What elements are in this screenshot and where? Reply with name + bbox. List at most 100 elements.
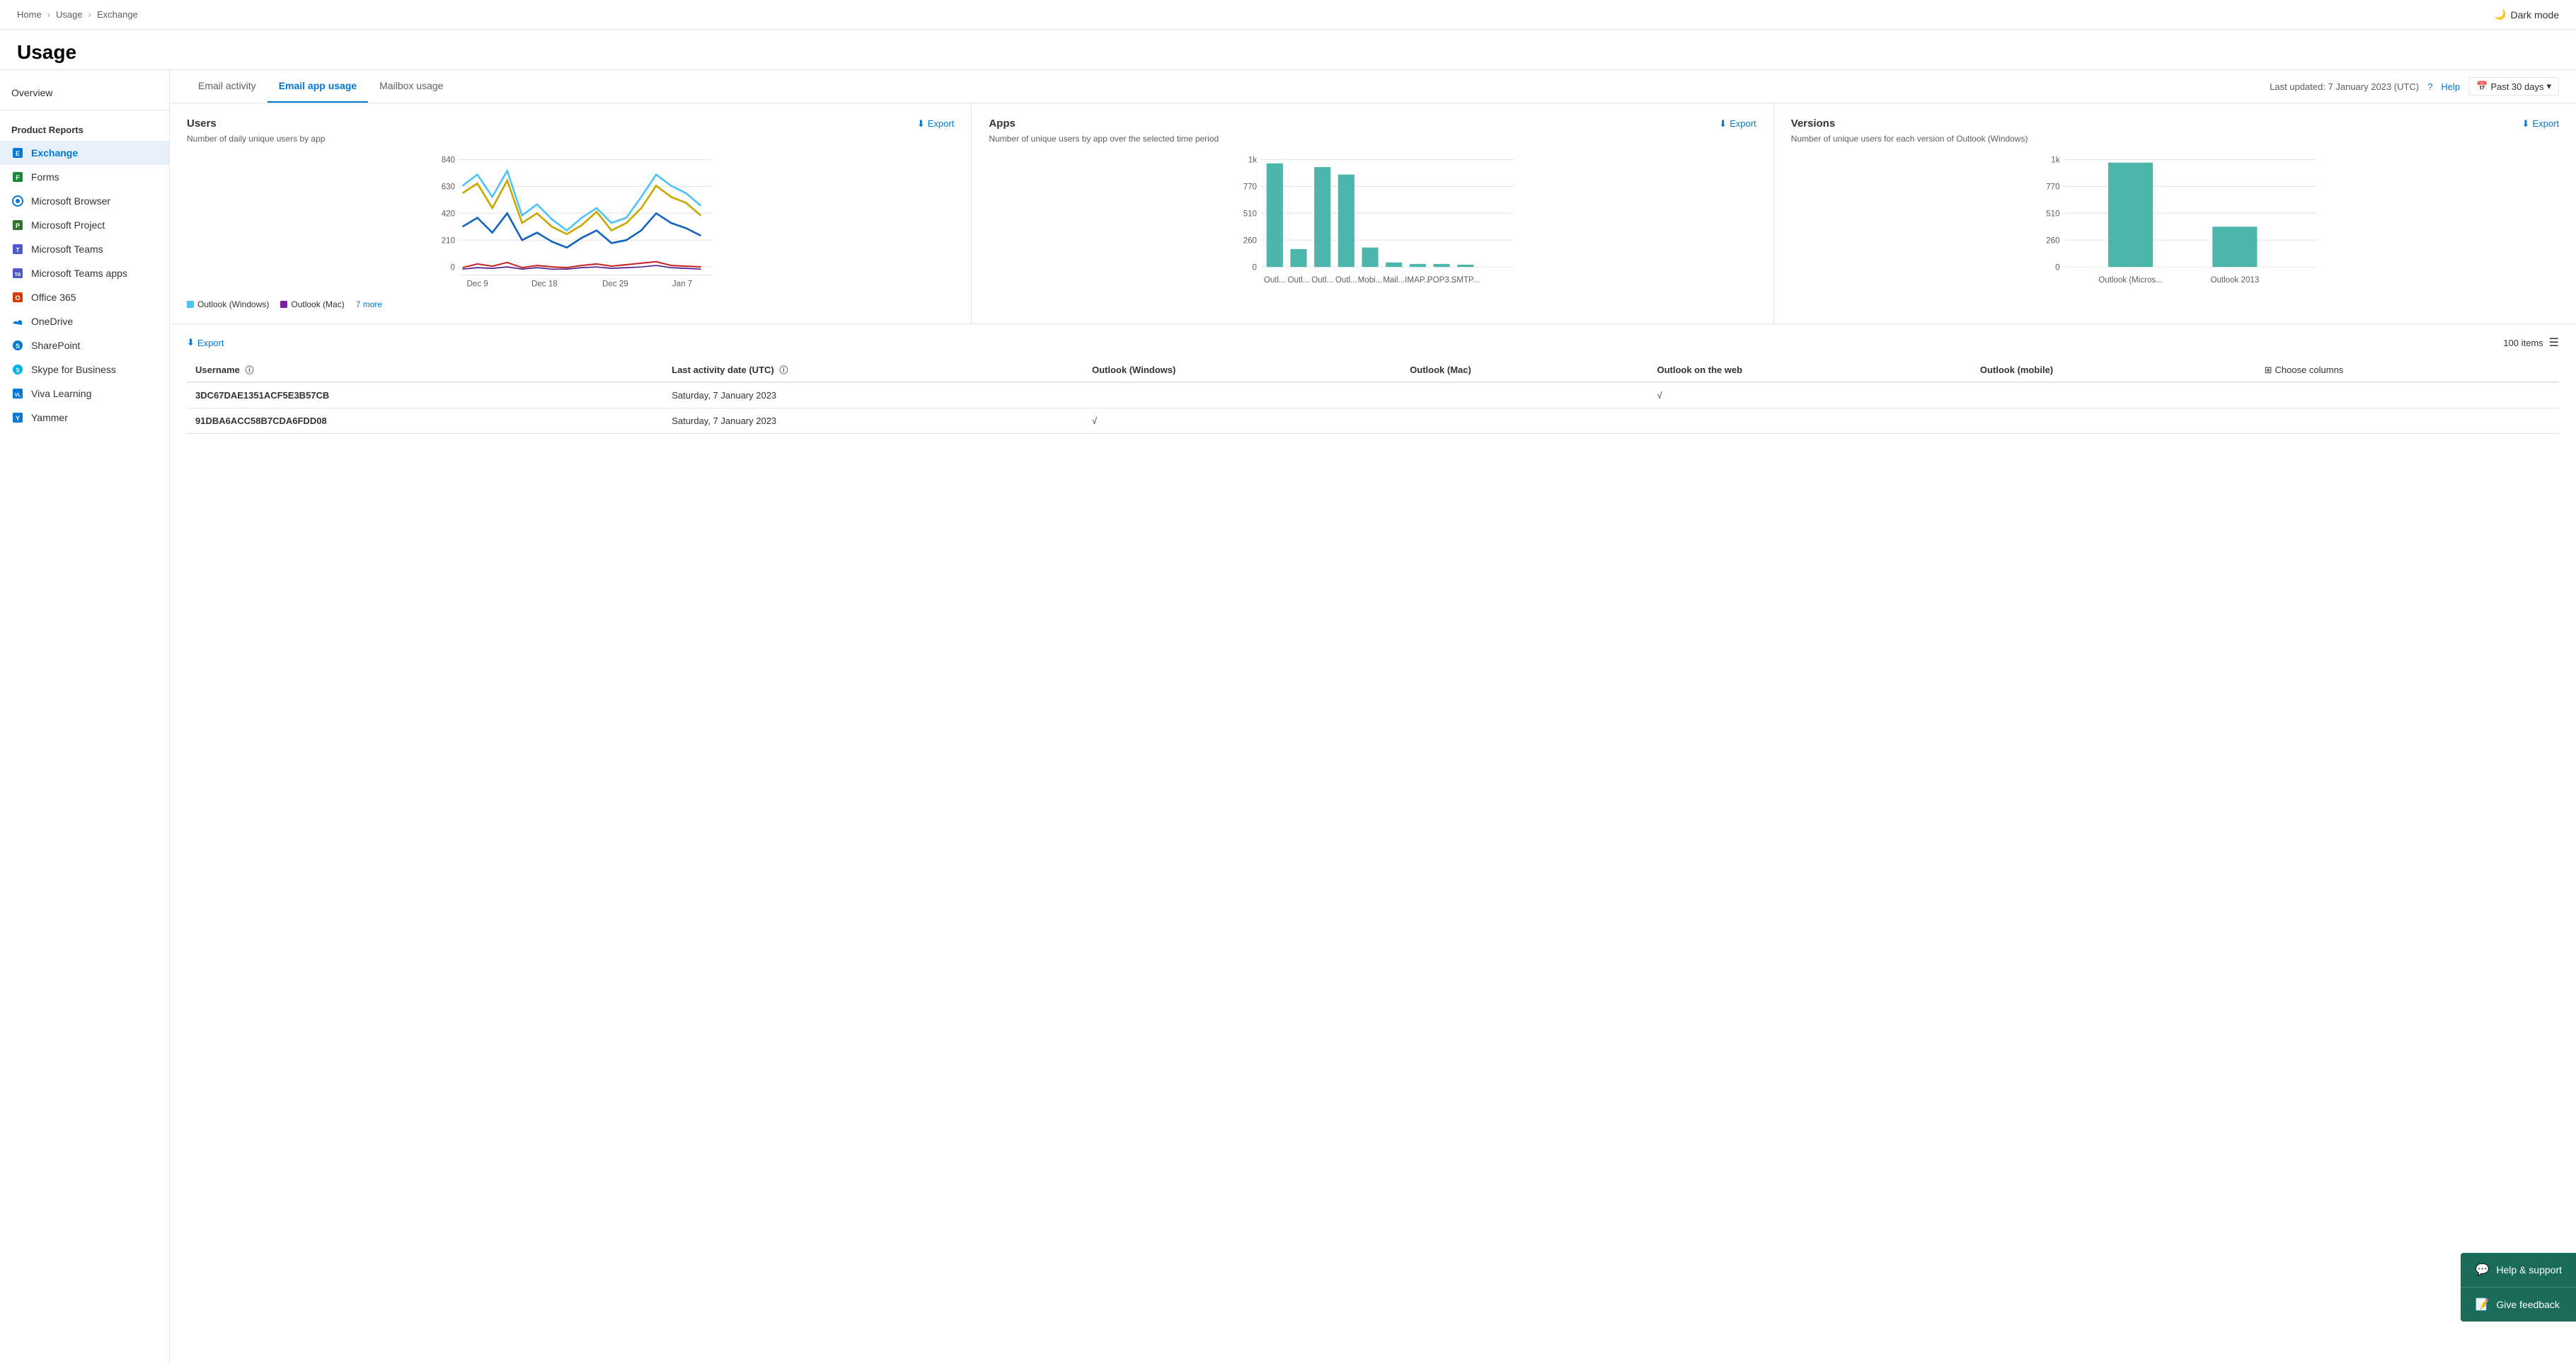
sidebar-item-viva-learning[interactable]: VL Viva Learning [0, 382, 169, 406]
legend-more-link[interactable]: 7 more [356, 299, 382, 309]
col-username: Username ⓘ [187, 358, 663, 382]
table-export-button[interactable]: ⬇ Export [187, 337, 224, 348]
cell-web-1: √ [1648, 382, 1971, 408]
username-info-icon: ⓘ [246, 365, 254, 375]
last-updated: Last updated: 7 January 2023 (UTC) [2270, 81, 2419, 92]
svg-text:Dec 18: Dec 18 [531, 280, 558, 288]
svg-text:Outlook 2013: Outlook 2013 [2210, 276, 2259, 285]
header: Home › Usage › Exchange 🌙 Dark mode [0, 0, 2576, 30]
download-icon-apps: ⬇ [1719, 118, 1727, 130]
svg-text:510: 510 [2046, 210, 2059, 219]
versions-export-button[interactable]: ⬇ Export [2522, 118, 2559, 130]
sidebar-item-sharepoint[interactable]: S SharePoint [0, 333, 169, 357]
svg-text:VL: VL [15, 393, 22, 398]
svg-text:0: 0 [2055, 263, 2059, 272]
sidebar-item-forms[interactable]: F Forms [0, 165, 169, 189]
svg-text:630: 630 [442, 183, 455, 192]
sidebar-item-office365-label: Office 365 [31, 292, 76, 303]
users-export-button[interactable]: ⬇ Export [917, 118, 954, 130]
legend-outlook-windows: Outlook (Windows) [187, 299, 269, 309]
give-feedback-button[interactable]: 📝 Give feedback [2461, 1288, 2576, 1322]
cell-mac-1 [1401, 382, 1648, 408]
sidebar-item-onedrive-label: OneDrive [31, 316, 73, 327]
sidebar-item-teams-label: Microsoft Teams [31, 243, 103, 255]
cell-mobile-1 [1972, 382, 2256, 408]
users-chart-header: Users ⬇ Export [187, 118, 954, 130]
svg-text:SMTP...: SMTP... [1451, 276, 1480, 285]
sidebar-item-skype[interactable]: S Skype for Business [0, 357, 169, 382]
table-row: 91DBA6ACC58B7CDA6FDD08 Saturday, 7 Janua… [187, 408, 2559, 434]
cell-web-2 [1648, 408, 1971, 434]
sidebar-overview[interactable]: Overview [0, 81, 169, 104]
sidebar-item-teams-apps[interactable]: TA Microsoft Teams apps [0, 261, 169, 285]
sidebar-item-browser-label: Microsoft Browser [31, 195, 110, 207]
sidebar: Overview Product Reports E Exchange F Fo… [0, 70, 170, 1363]
sidebar-item-forms-label: Forms [31, 171, 59, 183]
breadcrumb-home[interactable]: Home [17, 9, 42, 20]
breadcrumb-sep2: › [88, 9, 91, 20]
col-choose-columns: ⊞ Choose columns [2256, 358, 2559, 382]
sidebar-item-teams-apps-label: Microsoft Teams apps [31, 268, 127, 279]
tab-email-app-usage[interactable]: Email app usage [268, 70, 368, 103]
svg-text:510: 510 [1243, 210, 1257, 219]
sidebar-item-viva-label: Viva Learning [31, 388, 91, 399]
feedback-icon: 📝 [2475, 1297, 2489, 1312]
svg-text:Y: Y [16, 415, 20, 422]
apps-chart-area: 1k 770 510 260 0 [989, 152, 1756, 294]
outlook-windows-color [187, 301, 194, 308]
activity-info-icon: ⓘ [779, 365, 788, 375]
versions-chart-header: Versions ⬇ Export [1791, 118, 2559, 130]
floating-panel: 💬 Help & support 📝 Give feedback [2461, 1253, 2576, 1322]
period-selector[interactable]: 📅 Past 30 days ▾ [2468, 77, 2559, 96]
layout: Overview Product Reports E Exchange F Fo… [0, 70, 2576, 1363]
tab-email-activity[interactable]: Email activity [187, 70, 268, 103]
table-header-row: Username ⓘ Last activity date (UTC) ⓘ Ou… [187, 358, 2559, 382]
sidebar-item-exchange[interactable]: E Exchange [0, 141, 169, 165]
table-row: 3DC67DAE1351ACF5E3B57CB Saturday, 7 Janu… [187, 382, 2559, 408]
dark-mode-button[interactable]: 🌙 Dark mode [2494, 8, 2559, 21]
outlook-mac-color [280, 301, 287, 308]
users-chart-subtitle: Number of daily unique users by app [187, 134, 954, 144]
dark-mode-label: Dark mode [2511, 9, 2559, 21]
svg-text:T: T [16, 247, 20, 253]
apps-export-button[interactable]: ⬇ Export [1719, 118, 1756, 130]
onedrive-icon [11, 315, 24, 328]
users-chart-legend: Outlook (Windows) Outlook (Mac) 7 more [187, 299, 954, 309]
yammer-icon: Y [11, 411, 24, 424]
svg-text:770: 770 [1243, 183, 1257, 192]
versions-chart-title: Versions [1791, 118, 1836, 130]
svg-text:Outl...: Outl... [1312, 276, 1334, 285]
sidebar-item-office365[interactable]: O Office 365 [0, 285, 169, 309]
list-icon[interactable]: ☰ [2549, 336, 2559, 350]
sidebar-item-microsoft-project[interactable]: P Microsoft Project [0, 213, 169, 237]
breadcrumb-usage[interactable]: Usage [56, 9, 83, 20]
help-link[interactable]: Help [2441, 81, 2460, 92]
cell-username-1: 3DC67DAE1351ACF5E3B57CB [187, 382, 663, 408]
svg-text:0: 0 [451, 263, 455, 272]
svg-text:S: S [16, 343, 20, 350]
svg-text:Mobi...: Mobi... [1358, 276, 1383, 285]
breadcrumb: Home › Usage › Exchange [17, 9, 138, 20]
choose-columns-button[interactable]: ⊞ Choose columns [2265, 365, 2344, 376]
svg-text:Dec 9: Dec 9 [466, 280, 488, 288]
sidebar-item-sharepoint-label: SharePoint [31, 340, 80, 351]
svg-text:F: F [16, 174, 20, 181]
svg-text:Jan 7: Jan 7 [672, 280, 692, 288]
sidebar-item-microsoft-browser[interactable]: Microsoft Browser [0, 189, 169, 213]
sidebar-item-yammer[interactable]: Y Yammer [0, 406, 169, 430]
help-support-button[interactable]: 💬 Help & support [2461, 1253, 2576, 1288]
sidebar-item-onedrive[interactable]: OneDrive [0, 309, 169, 333]
project-icon: P [11, 219, 24, 231]
sidebar-item-microsoft-teams[interactable]: T Microsoft Teams [0, 237, 169, 261]
legend-outlook-mac: Outlook (Mac) [280, 299, 344, 309]
sidebar-item-project-label: Microsoft Project [31, 219, 105, 231]
chevron-down-icon: ▾ [2546, 81, 2551, 92]
col-outlook-web: Outlook on the web [1648, 358, 1971, 382]
tabs-meta: Last updated: 7 January 2023 (UTC) ? Hel… [2270, 77, 2559, 96]
question-icon: ? [2427, 81, 2432, 92]
sidebar-item-skype-label: Skype for Business [31, 364, 116, 375]
viva-icon: VL [11, 387, 24, 400]
charts-section: Users ⬇ Export Number of daily unique us… [170, 103, 2576, 324]
tabs-bar: Email activity Email app usage Mailbox u… [170, 70, 2576, 103]
tab-mailbox-usage[interactable]: Mailbox usage [368, 70, 454, 103]
